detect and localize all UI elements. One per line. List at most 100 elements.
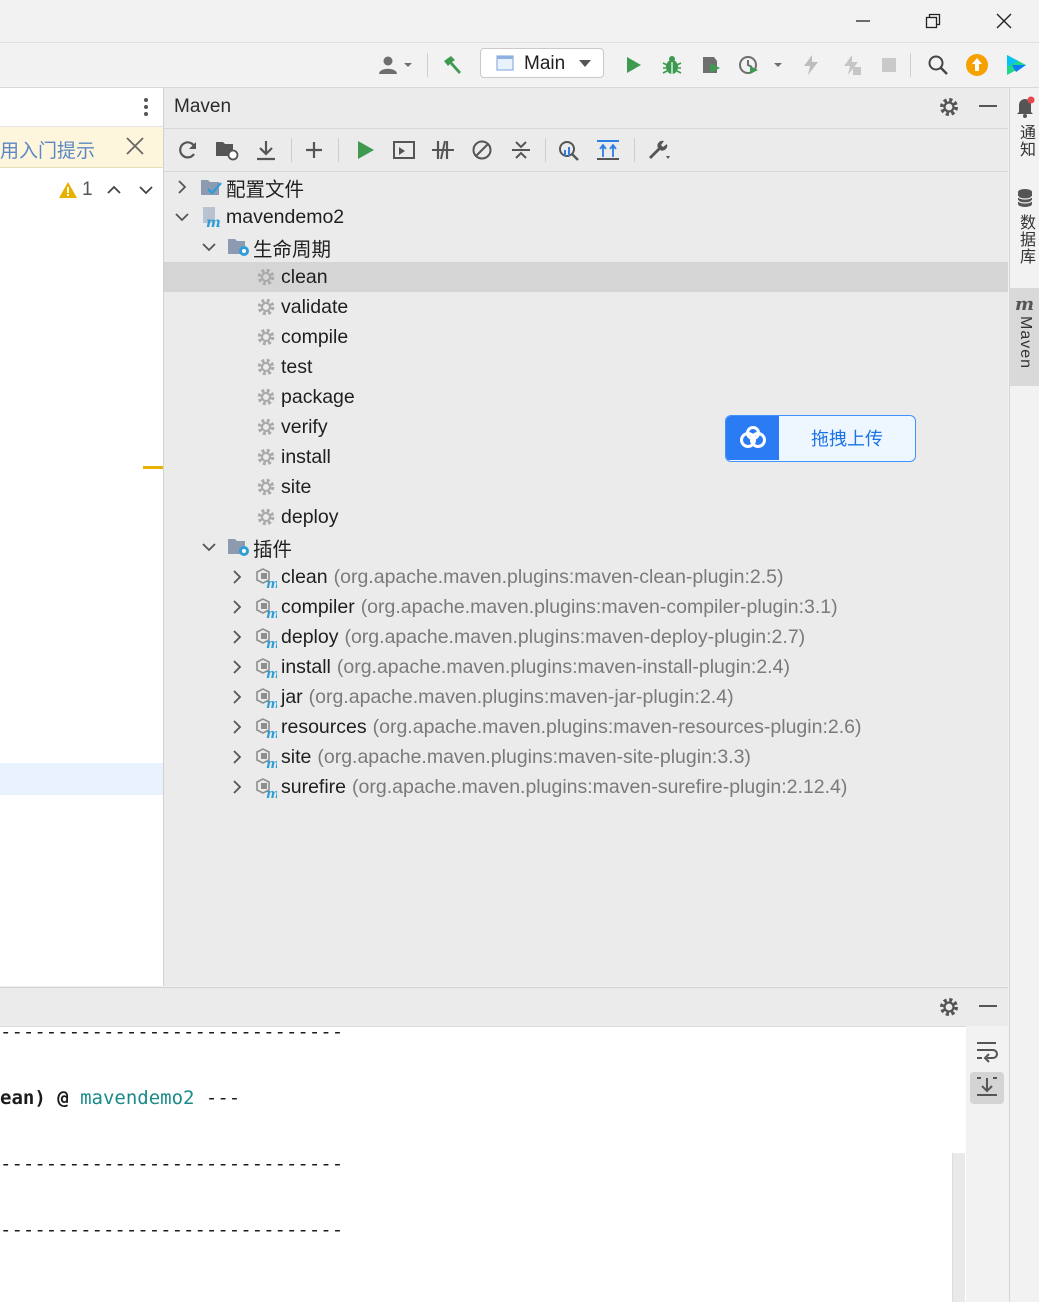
toolbar-separator <box>291 138 292 162</box>
attach-debugger-button[interactable] <box>795 49 827 81</box>
chevron-right-icon[interactable] <box>229 629 245 645</box>
profile-button[interactable] <box>736 49 786 81</box>
plugin-node-resources[interactable]: m resources(org.apache.maven.plugins:mave… <box>164 712 1008 742</box>
lifecycle-phase-site[interactable]: site <box>164 472 1008 502</box>
toggle-offline-mode-button[interactable] <box>427 134 459 166</box>
tip-banner-text[interactable]: 使用入门提示 <box>0 136 95 163</box>
console-text: ean) @ <box>0 1087 81 1109</box>
toolbar-separator <box>427 53 428 77</box>
lifecycle-phase-package[interactable]: package <box>164 382 1008 412</box>
jetbrains-toolbox-icon <box>1007 55 1026 75</box>
tip-close-button[interactable] <box>125 136 149 160</box>
skip-tests-button[interactable] <box>466 134 498 166</box>
rerun-button[interactable] <box>835 49 867 81</box>
reload-generate-sources-button[interactable] <box>211 134 243 166</box>
account-button[interactable] <box>376 49 416 81</box>
database-tab[interactable]: 数据库 <box>1010 188 1039 278</box>
chevron-right-icon[interactable] <box>229 719 245 735</box>
chevron-right-icon[interactable] <box>229 689 245 705</box>
tree-node-profiles[interactable]: 配置文件 <box>164 172 1008 202</box>
soft-wrap-button[interactable] <box>974 1038 1000 1064</box>
chevron-down-icon[interactable] <box>201 239 217 255</box>
maven-toolbar <box>164 128 1008 172</box>
download-sources-button[interactable] <box>250 134 282 166</box>
lifecycle-phase-label: deploy <box>281 505 339 528</box>
restore-button[interactable] <box>910 4 956 38</box>
chevron-right-icon[interactable] <box>229 599 245 615</box>
drag-upload-label: 拖拽上传 <box>811 429 883 449</box>
toolbar-separator <box>910 53 911 77</box>
search-everywhere-button[interactable] <box>922 49 954 81</box>
chevron-right-icon[interactable] <box>229 569 245 585</box>
add-maven-project-button[interactable] <box>298 134 330 166</box>
reload-projects-button[interactable] <box>172 134 204 166</box>
svg-text:m: m <box>266 727 277 738</box>
chevron-down-icon[interactable] <box>201 539 217 555</box>
analyze-dependencies-button[interactable] <box>553 134 585 166</box>
build-button[interactable] <box>436 49 468 81</box>
notifications-tab[interactable]: 通知 <box>1010 96 1039 172</box>
maven-build-settings-button[interactable] <box>643 134 675 166</box>
console-line: ------------------------------ <box>0 1153 344 1175</box>
previous-highlight-button[interactable] <box>105 181 123 199</box>
lifecycle-phase-deploy[interactable]: deploy <box>164 502 1008 532</box>
tree-node-plugins[interactable]: 插件 <box>164 532 1008 562</box>
more-options-button[interactable] <box>138 94 158 120</box>
execute-goal-icon <box>393 141 415 159</box>
minimize-button[interactable] <box>840 4 886 38</box>
user-icon <box>379 56 412 74</box>
show-diagram-button[interactable] <box>592 134 624 166</box>
execute-goal-button[interactable] <box>388 134 420 166</box>
rerun-failed-icon <box>844 55 861 75</box>
plugin-node-deploy[interactable]: mdeploy(org.apache.maven.plugins:maven-d… <box>164 622 1008 652</box>
console-scrollbar[interactable] <box>952 1153 965 1302</box>
plugin-name: resources <box>281 715 367 738</box>
plugin-node-install[interactable]: m install(org.apache.maven.plugins:maven-… <box>164 652 1008 682</box>
chevron-down-icon[interactable] <box>174 209 190 225</box>
chevron-right-icon[interactable] <box>229 779 245 795</box>
inspection-widget[interactable]: 1 <box>58 179 100 201</box>
run-hide-button[interactable] <box>978 996 1000 1018</box>
toolbox-button[interactable] <box>1000 49 1032 81</box>
svg-text:m: m <box>206 215 221 228</box>
scroll-warning-marker[interactable] <box>143 466 163 469</box>
lifecycle-phase-validate[interactable]: validate <box>164 292 1008 322</box>
tree-node-label: 插件 <box>253 538 293 561</box>
current-line-highlight <box>0 763 163 795</box>
plugin-node-site[interactable]: msite(org.apache.maven.plugins:maven-sit… <box>164 742 1008 772</box>
chevron-right-icon[interactable] <box>229 749 245 765</box>
run-maven-build-button[interactable] <box>349 134 381 166</box>
lifecycle-phase-test[interactable]: test <box>164 352 1008 382</box>
plugin-node-clean[interactable]: mclean(org.apache.maven.plugins:maven-cl… <box>164 562 1008 592</box>
tree-node-lifecycle[interactable]: 生命周期 <box>164 232 1008 262</box>
run-button[interactable] <box>617 49 649 81</box>
close-window-button[interactable] <box>981 4 1027 38</box>
debug-button[interactable] <box>656 49 688 81</box>
svg-text:m: m <box>266 607 277 618</box>
next-highlight-button[interactable] <box>137 181 155 199</box>
chevron-down-icon <box>579 60 591 67</box>
download-icon <box>257 141 275 161</box>
stop-button[interactable] <box>873 49 905 81</box>
tree-node-project[interactable]: m mavendemo2 <box>164 202 1008 232</box>
run-settings-button[interactable] <box>938 996 962 1020</box>
scroll-to-end-button[interactable] <box>970 1072 1004 1104</box>
drag-upload-widget[interactable]: 拖拽上传 <box>725 415 916 462</box>
lifecycle-phase-label: clean <box>281 265 328 288</box>
maven-hide-button[interactable] <box>978 96 1000 118</box>
maven-settings-button[interactable] <box>938 96 962 120</box>
maven-project-icon: m <box>200 206 222 228</box>
maven-tab[interactable]: m Maven <box>1010 288 1039 386</box>
lifecycle-phase-clean[interactable]: clean <box>164 262 1008 292</box>
updates-button[interactable] <box>961 49 993 81</box>
plugin-node-surefire[interactable]: m surefire(org.apache.maven.plugins:maven… <box>164 772 1008 802</box>
run-configuration-select[interactable]: Main <box>480 48 604 78</box>
plugin-node-compiler[interactable]: m compiler(org.apache.maven.plugins:maven… <box>164 592 1008 622</box>
collapse-all-button[interactable] <box>505 134 537 166</box>
toolbar-separator <box>545 138 546 162</box>
chevron-right-icon[interactable] <box>229 659 245 675</box>
lifecycle-phase-compile[interactable]: compile <box>164 322 1008 352</box>
chevron-right-icon[interactable] <box>174 179 190 195</box>
plugin-node-jar[interactable]: mjar(org.apache.maven.plugins:maven-jar-… <box>164 682 1008 712</box>
coverage-button[interactable] <box>695 49 727 81</box>
